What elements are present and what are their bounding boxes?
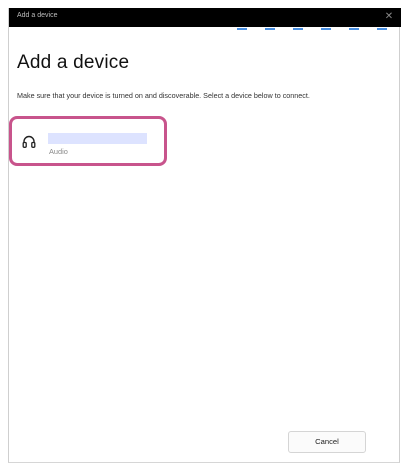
dialog-heading: Add a device	[17, 52, 130, 73]
window-title: Add a device	[17, 12, 58, 19]
close-button[interactable]: ✕	[382, 10, 396, 24]
title-bar: Add a device ✕	[9, 8, 401, 27]
progress-dash	[349, 28, 359, 30]
progress-dash	[293, 28, 303, 30]
cancel-button[interactable]: Cancel	[288, 431, 366, 453]
progress-dash	[237, 28, 247, 30]
device-name	[48, 133, 147, 144]
progress-indicator	[237, 27, 401, 31]
device-type: Audio	[49, 147, 68, 156]
progress-dash	[377, 28, 387, 30]
instructions-text: Make sure that your device is turned on …	[17, 91, 310, 100]
device-list-item[interactable]: Audio	[15, 125, 157, 162]
progress-dash	[265, 28, 275, 30]
headphones-icon	[21, 134, 37, 150]
progress-dash	[321, 28, 331, 30]
add-device-dialog: Add a device ✕ Add a device Make sure th…	[8, 8, 401, 463]
